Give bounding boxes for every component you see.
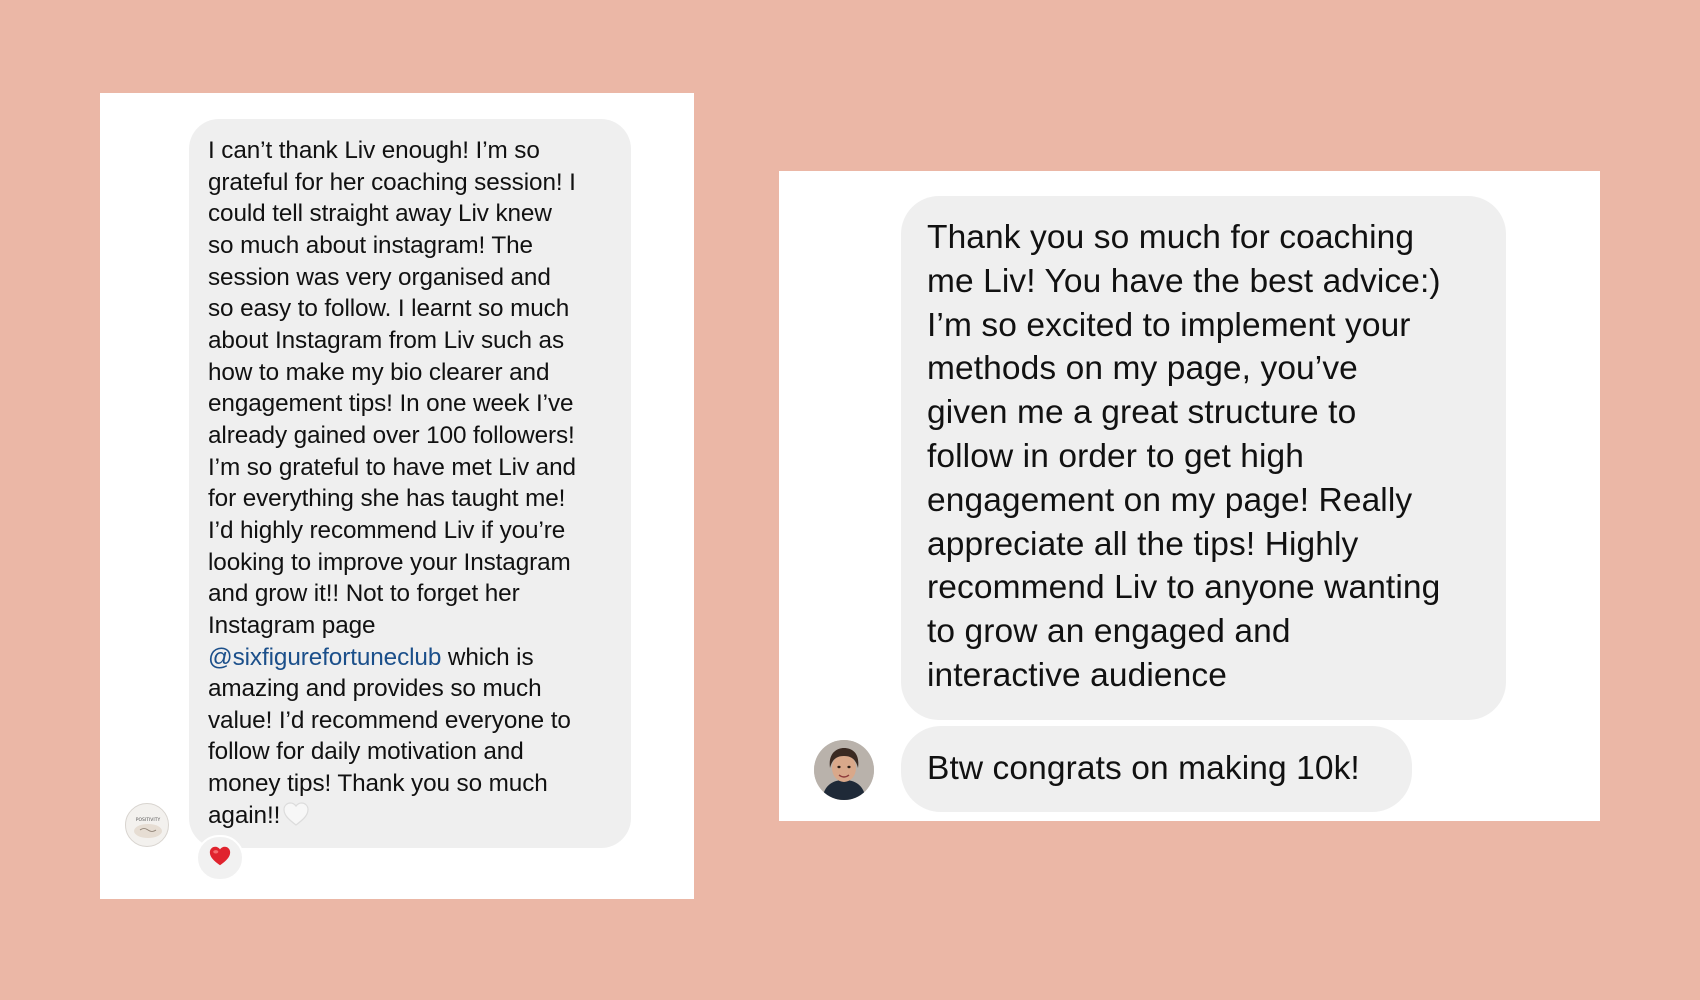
message-line: could tell straight away Liv knew (208, 200, 552, 228)
message-line: me Liv! You have the best advice:) (927, 262, 1441, 300)
message-line: Instagram page (208, 611, 376, 639)
message-line: interactive audience (927, 656, 1227, 694)
message-bubble[interactable]: Btw congrats on making 10k! (901, 726, 1412, 812)
message-line: I can’t thank Liv enough! I’m so (208, 137, 540, 164)
message-line: follow in order to get high (927, 437, 1305, 475)
message-line: engagement on my page! Really (927, 481, 1413, 519)
message-line: looking to improve your Instagram (208, 548, 571, 576)
message-line: methods on my page, you’ve (927, 350, 1358, 388)
message-text: again!! (208, 801, 281, 829)
left-chat-screenshot: I can’t thank Liv enough! I’m so gratefu… (100, 93, 694, 899)
mention-link[interactable]: @sixfigurefortuneclub (208, 644, 441, 671)
message-line: follow for daily motivation and (208, 738, 524, 766)
message-line: Thank you so much for coaching (927, 219, 1415, 256)
message-line: so easy to follow. I learnt so much (208, 295, 570, 323)
message-line: about Instagram from Liv such as (208, 326, 565, 354)
message-line: grateful for her coaching session! I (208, 168, 576, 196)
message-line: and grow it!! Not to forget her (208, 580, 520, 608)
right-chat-screenshot: Thank you so much for coaching me Liv! Y… (779, 171, 1600, 821)
message-line: for everything she has taught me! (208, 485, 566, 513)
avatar[interactable] (814, 740, 874, 800)
white-heart-icon (282, 801, 310, 836)
message-line: engagement tips! In one week I’ve (208, 390, 574, 418)
message-line: how to make my bio clearer and (208, 358, 550, 386)
message-line: I’m so grateful to have met Liv and (208, 453, 576, 481)
message-line: I’d highly recommend Liv if you’re (208, 516, 566, 544)
message-line: recommend Liv to anyone wanting (927, 569, 1441, 607)
message-bubble[interactable]: I can’t thank Liv enough! I’m so gratefu… (189, 119, 631, 848)
message-line: again!! (208, 800, 613, 836)
message-line: @sixfigurefortuneclub which is (208, 642, 613, 674)
message-line: amazing and provides so much (208, 675, 542, 703)
red-heart-icon (208, 845, 232, 872)
message-line: value! I’d recommend everyone to (208, 706, 571, 734)
message-text: which is (441, 643, 534, 671)
message-line: I’m so excited to implement your (927, 306, 1411, 344)
message-line: so much about instagram! The (208, 231, 533, 259)
message-line: appreciate all the tips! Highly (927, 525, 1359, 563)
message-line: already gained over 100 followers! (208, 421, 575, 449)
avatar[interactable]: POSITIVITY (125, 803, 169, 847)
reaction-badge[interactable] (196, 835, 244, 881)
message-bubble[interactable]: Thank you so much for coaching me Liv! Y… (901, 196, 1506, 720)
message-line: money tips! Thank you so much (208, 770, 548, 798)
message-line: session was very organised and (208, 263, 551, 291)
avatar-logo-text: POSITIVITY (136, 817, 161, 823)
message-line: given me a great structure to (927, 394, 1357, 432)
message-line: to grow an engaged and (927, 613, 1291, 651)
